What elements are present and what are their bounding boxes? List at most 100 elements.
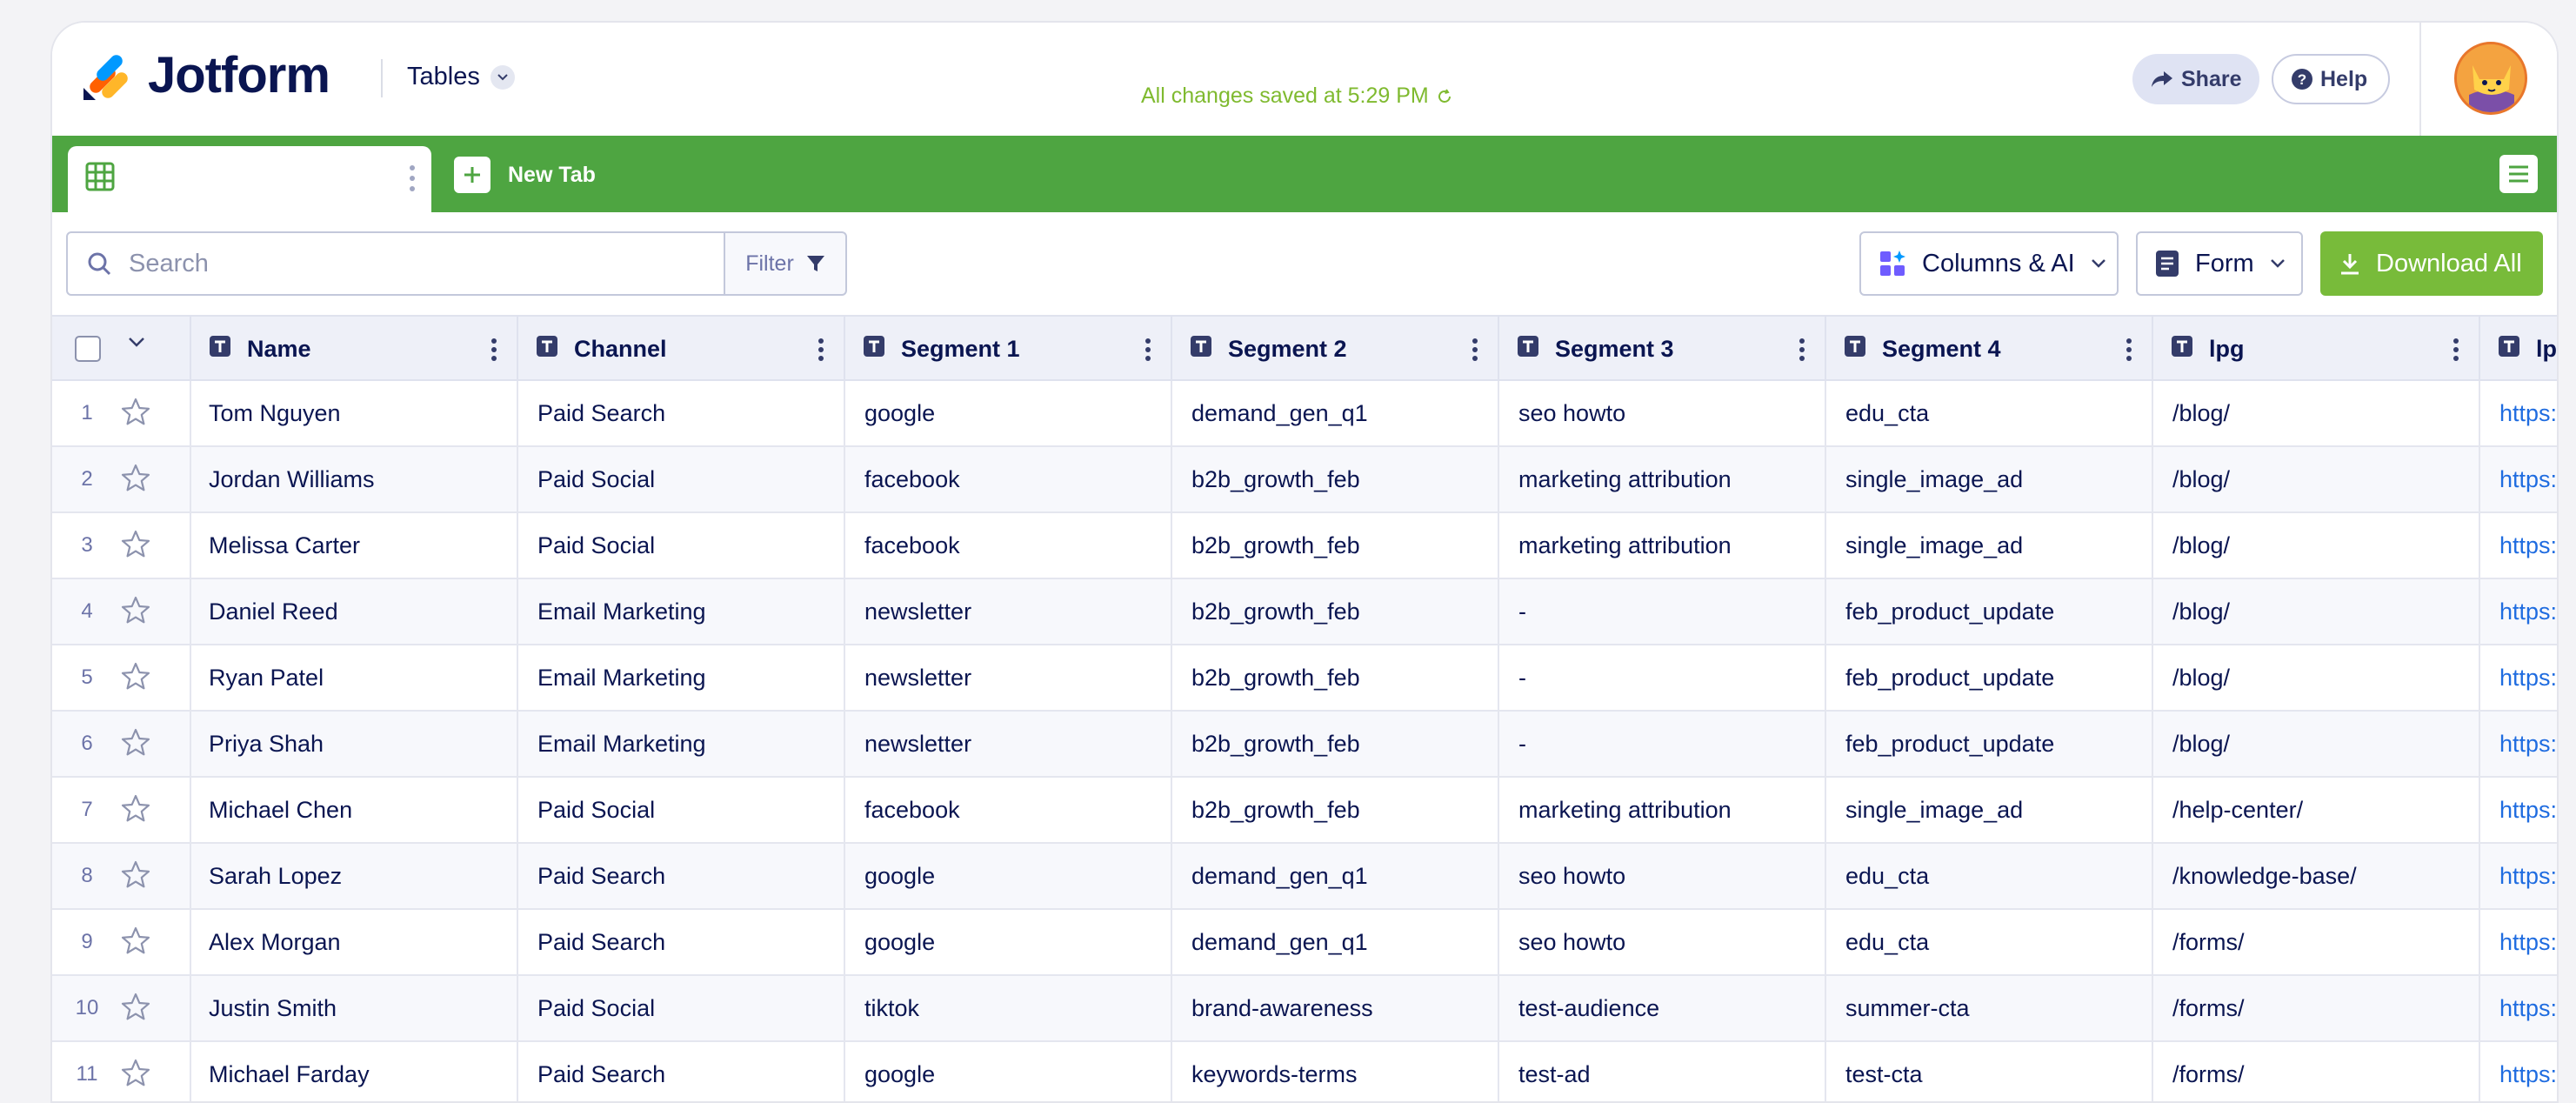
new-tab-button[interactable]: New Tab bbox=[454, 157, 596, 193]
cell-channel[interactable]: Paid Social bbox=[518, 447, 845, 511]
cell-lp[interactable]: https:/ bbox=[2480, 645, 2557, 710]
cell-lp[interactable]: https:/ bbox=[2480, 513, 2557, 578]
star-icon[interactable] bbox=[120, 727, 151, 765]
cell-segment-4[interactable]: edu_cta bbox=[1826, 910, 2153, 974]
cell-segment-2[interactable]: b2b_growth_feb bbox=[1172, 513, 1499, 578]
cell-segment-2[interactable]: b2b_growth_feb bbox=[1172, 579, 1499, 644]
cell-channel[interactable]: Paid Social bbox=[518, 778, 845, 842]
cell-segment-2[interactable]: demand_gen_q1 bbox=[1172, 910, 1499, 974]
cell-lp[interactable]: https:/ bbox=[2480, 844, 2557, 908]
active-sheet-tab[interactable] bbox=[68, 146, 431, 212]
cell-segment-2[interactable]: demand_gen_q1 bbox=[1172, 381, 1499, 445]
cell-lp[interactable]: https:/ bbox=[2480, 1042, 2557, 1101]
cell-lp[interactable]: https:/ bbox=[2480, 381, 2557, 445]
cell-segment-3[interactable]: test-audience bbox=[1499, 976, 1826, 1040]
select-all-checkbox[interactable] bbox=[75, 336, 101, 362]
table-row[interactable]: 2 Jordan Williams Paid Social facebook b2b_g… bbox=[52, 447, 2557, 513]
star-icon[interactable] bbox=[120, 661, 151, 699]
cell-lp[interactable]: https:/ bbox=[2480, 778, 2557, 842]
hamburger-menu-button[interactable] bbox=[2499, 155, 2538, 193]
star-icon[interactable] bbox=[120, 793, 151, 831]
download-all-button[interactable]: Download All bbox=[2320, 231, 2543, 296]
cell-name[interactable]: Priya Shah bbox=[191, 712, 518, 776]
cell-lpg[interactable]: /blog/ bbox=[2153, 645, 2480, 710]
cell-segment-3[interactable]: marketing attribution bbox=[1499, 778, 1826, 842]
chevron-down-icon[interactable] bbox=[127, 336, 146, 348]
columns-ai-button[interactable]: Columns & AI bbox=[1859, 231, 2119, 296]
cell-segment-3[interactable]: seo howto bbox=[1499, 910, 1826, 974]
cell-name[interactable]: Alex Morgan bbox=[191, 910, 518, 974]
search-input[interactable] bbox=[127, 248, 652, 279]
tables-product-menu[interactable]: Tables bbox=[407, 63, 515, 91]
cell-segment-1[interactable]: facebook bbox=[845, 778, 1172, 842]
cell-segment-1[interactable]: google bbox=[845, 381, 1172, 445]
cell-segment-3[interactable]: test-ad bbox=[1499, 1042, 1826, 1101]
table-row[interactable]: 11 Michael Farday Paid Search google keyword… bbox=[52, 1042, 2557, 1101]
cell-channel[interactable]: Paid Social bbox=[518, 513, 845, 578]
column-options-icon[interactable] bbox=[491, 338, 497, 368]
cell-name[interactable]: Daniel Reed bbox=[191, 579, 518, 644]
table-row[interactable]: 8 Sarah Lopez Paid Search google demand_gen_… bbox=[52, 844, 2557, 910]
cell-segment-4[interactable]: edu_cta bbox=[1826, 844, 2153, 908]
cell-segment-4[interactable]: edu_cta bbox=[1826, 381, 2153, 445]
cell-segment-4[interactable]: feb_product_update bbox=[1826, 645, 2153, 710]
cell-channel[interactable]: Paid Search bbox=[518, 1042, 845, 1101]
cell-segment-2[interactable]: b2b_growth_feb bbox=[1172, 447, 1499, 511]
column-header-segment-1[interactable]: Segment 1 bbox=[845, 317, 1172, 381]
cell-segment-2[interactable]: b2b_growth_feb bbox=[1172, 645, 1499, 710]
cell-lpg[interactable]: /forms/ bbox=[2153, 1042, 2480, 1101]
cell-name[interactable]: Melissa Carter bbox=[191, 513, 518, 578]
cell-segment-1[interactable]: newsletter bbox=[845, 579, 1172, 644]
column-header-channel[interactable]: Channel bbox=[518, 317, 845, 381]
cell-segment-3[interactable]: - bbox=[1499, 579, 1826, 644]
cell-segment-2[interactable]: b2b_growth_feb bbox=[1172, 712, 1499, 776]
column-options-icon[interactable] bbox=[2453, 338, 2459, 368]
cell-segment-4[interactable]: single_image_ad bbox=[1826, 447, 2153, 511]
cell-lp[interactable]: https:/ bbox=[2480, 910, 2557, 974]
cell-segment-3[interactable]: - bbox=[1499, 712, 1826, 776]
cell-name[interactable]: Ryan Patel bbox=[191, 645, 518, 710]
star-icon[interactable] bbox=[120, 1058, 151, 1095]
star-icon[interactable] bbox=[120, 529, 151, 566]
cell-channel[interactable]: Email Marketing bbox=[518, 579, 845, 644]
table-row[interactable]: 6 Priya Shah Email Marketing newsletter b2b_… bbox=[52, 712, 2557, 778]
cell-lpg[interactable]: /blog/ bbox=[2153, 513, 2480, 578]
cell-segment-4[interactable]: feb_product_update bbox=[1826, 579, 2153, 644]
filter-button[interactable]: Filter bbox=[724, 231, 847, 296]
column-header-segment-2[interactable]: Segment 2 bbox=[1172, 317, 1499, 381]
star-icon[interactable] bbox=[120, 926, 151, 963]
cell-segment-4[interactable]: single_image_ad bbox=[1826, 513, 2153, 578]
table-row[interactable]: 4 Daniel Reed Email Marketing newsletter b2b… bbox=[52, 579, 2557, 645]
form-button[interactable]: Form bbox=[2136, 231, 2303, 296]
cell-segment-1[interactable]: tiktok bbox=[845, 976, 1172, 1040]
cell-channel[interactable]: Paid Search bbox=[518, 381, 845, 445]
column-options-icon[interactable] bbox=[818, 338, 824, 368]
cell-lpg[interactable]: /forms/ bbox=[2153, 910, 2480, 974]
cell-segment-3[interactable]: marketing attribution bbox=[1499, 513, 1826, 578]
cell-lpg[interactable]: /blog/ bbox=[2153, 447, 2480, 511]
table-row[interactable]: 10 Justin Smith Paid Social tiktok brand-awa… bbox=[52, 976, 2557, 1042]
column-options-icon[interactable] bbox=[2126, 338, 2132, 368]
cell-name[interactable]: Jordan Williams bbox=[191, 447, 518, 511]
help-button[interactable]: ? Help bbox=[2272, 54, 2390, 104]
cell-segment-1[interactable]: google bbox=[845, 1042, 1172, 1101]
cell-segment-4[interactable]: single_image_ad bbox=[1826, 778, 2153, 842]
cell-lpg[interactable]: /forms/ bbox=[2153, 976, 2480, 1040]
table-row[interactable]: 3 Melissa Carter Paid Social facebook b2b_gr… bbox=[52, 513, 2557, 579]
user-avatar[interactable] bbox=[2454, 42, 2527, 115]
cell-lpg[interactable]: /knowledge-base/ bbox=[2153, 844, 2480, 908]
cell-segment-1[interactable]: facebook bbox=[845, 447, 1172, 511]
share-button[interactable]: Share bbox=[2132, 54, 2259, 104]
star-icon[interactable] bbox=[120, 595, 151, 632]
cell-segment-1[interactable]: newsletter bbox=[845, 712, 1172, 776]
cell-name[interactable]: Tom Nguyen bbox=[191, 381, 518, 445]
cell-lp[interactable]: https:/ bbox=[2480, 976, 2557, 1040]
column-header-segment-4[interactable]: Segment 4 bbox=[1826, 317, 2153, 381]
cell-lpg[interactable]: /blog/ bbox=[2153, 579, 2480, 644]
cell-segment-4[interactable]: test-cta bbox=[1826, 1042, 2153, 1101]
tab-options-icon[interactable] bbox=[409, 164, 416, 193]
cell-lpg[interactable]: /blog/ bbox=[2153, 712, 2480, 776]
star-icon[interactable] bbox=[120, 397, 151, 434]
column-options-icon[interactable] bbox=[1799, 338, 1805, 368]
cell-segment-2[interactable]: demand_gen_q1 bbox=[1172, 844, 1499, 908]
